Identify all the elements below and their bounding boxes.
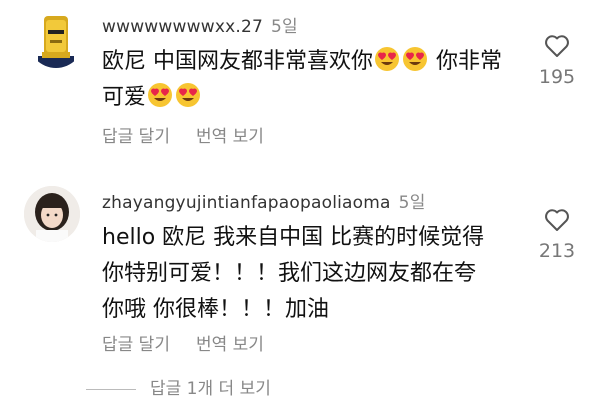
comment-text-part: 欧尼 中国网友都非常喜欢你	[102, 49, 373, 74]
username[interactable]: zhayangyujintianfapaopaoliaoma 5일	[102, 188, 426, 213]
comment-age: 5일	[398, 193, 426, 213]
reply-button[interactable]: 답글 달기	[102, 335, 170, 355]
like-count: 213	[538, 240, 576, 262]
translate-button[interactable]: 번역 보기	[196, 127, 264, 147]
comment-actions: 답글 달기 번역 보기	[102, 330, 290, 355]
comment-text-part: 可爱	[102, 85, 147, 110]
like-count: 195	[538, 66, 576, 88]
heart-eyes-emoji-icon	[148, 83, 173, 107]
heart-eyes-emoji-icon	[176, 83, 201, 107]
divider-line	[86, 388, 136, 390]
comment-text-line: 你特别可爱！！！我们这边网友都在夸	[102, 261, 477, 286]
heart-icon[interactable]	[544, 208, 570, 232]
comment-text: 欧尼 中国网友都非常喜欢你 你非常 可爱	[102, 44, 502, 116]
heart-icon[interactable]	[544, 34, 570, 58]
avatar[interactable]	[24, 186, 80, 242]
comment-text-part: 你非常	[429, 49, 502, 74]
like-control: 213	[532, 208, 582, 262]
avatar[interactable]	[28, 12, 84, 68]
comment-actions: 답글 달기 번역 보기	[102, 122, 290, 147]
translate-button[interactable]: 번역 보기	[196, 335, 264, 355]
heart-eyes-emoji-icon	[403, 47, 427, 71]
heart-eyes-emoji-icon	[375, 47, 399, 71]
comment-age: 5일	[271, 17, 298, 37]
comment-text-line: hello 欧尼 我来自中国 比赛的时候觉得	[102, 225, 485, 250]
like-control: 195	[532, 34, 582, 88]
reply-button[interactable]: 답글 달기	[102, 127, 170, 147]
view-more-replies[interactable]: 답글 1개 더 보기	[86, 374, 271, 399]
comment-text-line: 你哦 你很棒！！！加油	[102, 297, 329, 322]
comment-text: hello 欧尼 我来自中国 比赛的时候觉得 你特别可爱！！！我们这边网友都在夸…	[102, 220, 484, 328]
username[interactable]: wwwwwwwwxx.27 5일	[102, 12, 298, 37]
view-more-replies-label[interactable]: 답글 1개 더 보기	[150, 379, 271, 399]
